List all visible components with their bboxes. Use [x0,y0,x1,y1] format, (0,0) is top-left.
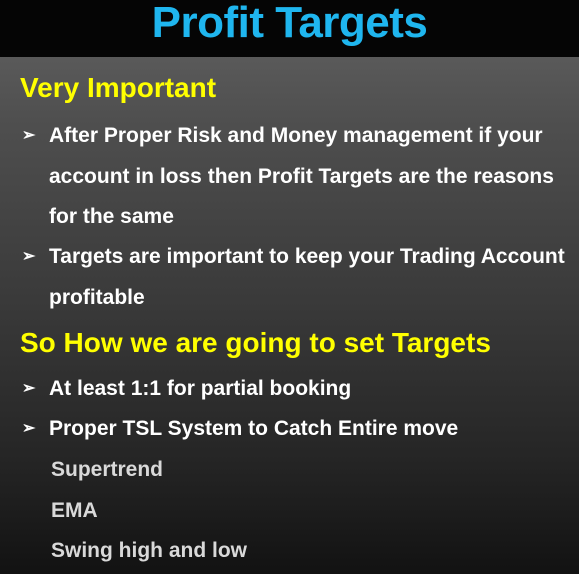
bullet-text: Targets are important to keep your Tradi… [49,245,565,309]
bullet-text: At least 1:1 for partial booking [49,377,352,400]
bullet-item: ➢ At least 1:1 for partial booking [22,369,567,410]
bullet-item: ➢ Targets are important to keep your Tra… [22,237,567,318]
slide-title: Profit Targets [151,0,428,47]
sub-item-swing-high-low: Swing high and low [51,539,247,562]
arrow-bullet-icon: ➢ [22,380,36,397]
bullet-item: ➢ Proper TSL System to Catch Entire move [22,409,567,450]
arrow-bullet-icon: ➢ [22,127,36,144]
slide: Profit Targets Very Important ➢ After Pr… [0,0,579,574]
sub-item-ema: EMA [51,499,98,522]
section-heading-very-important: Very Important [20,72,217,103]
sub-item-supertrend: Supertrend [51,458,164,481]
bullet-item: ➢ After Proper Risk and Money management… [22,116,567,238]
bullet-text: After Proper Risk and Money management i… [49,124,554,228]
arrow-bullet-icon: ➢ [22,248,36,265]
bullet-text: Proper TSL System to Catch Entire move [49,417,459,440]
section-heading-set-targets: So How we are going to set Targets [20,327,491,358]
arrow-bullet-icon: ➢ [22,420,36,437]
